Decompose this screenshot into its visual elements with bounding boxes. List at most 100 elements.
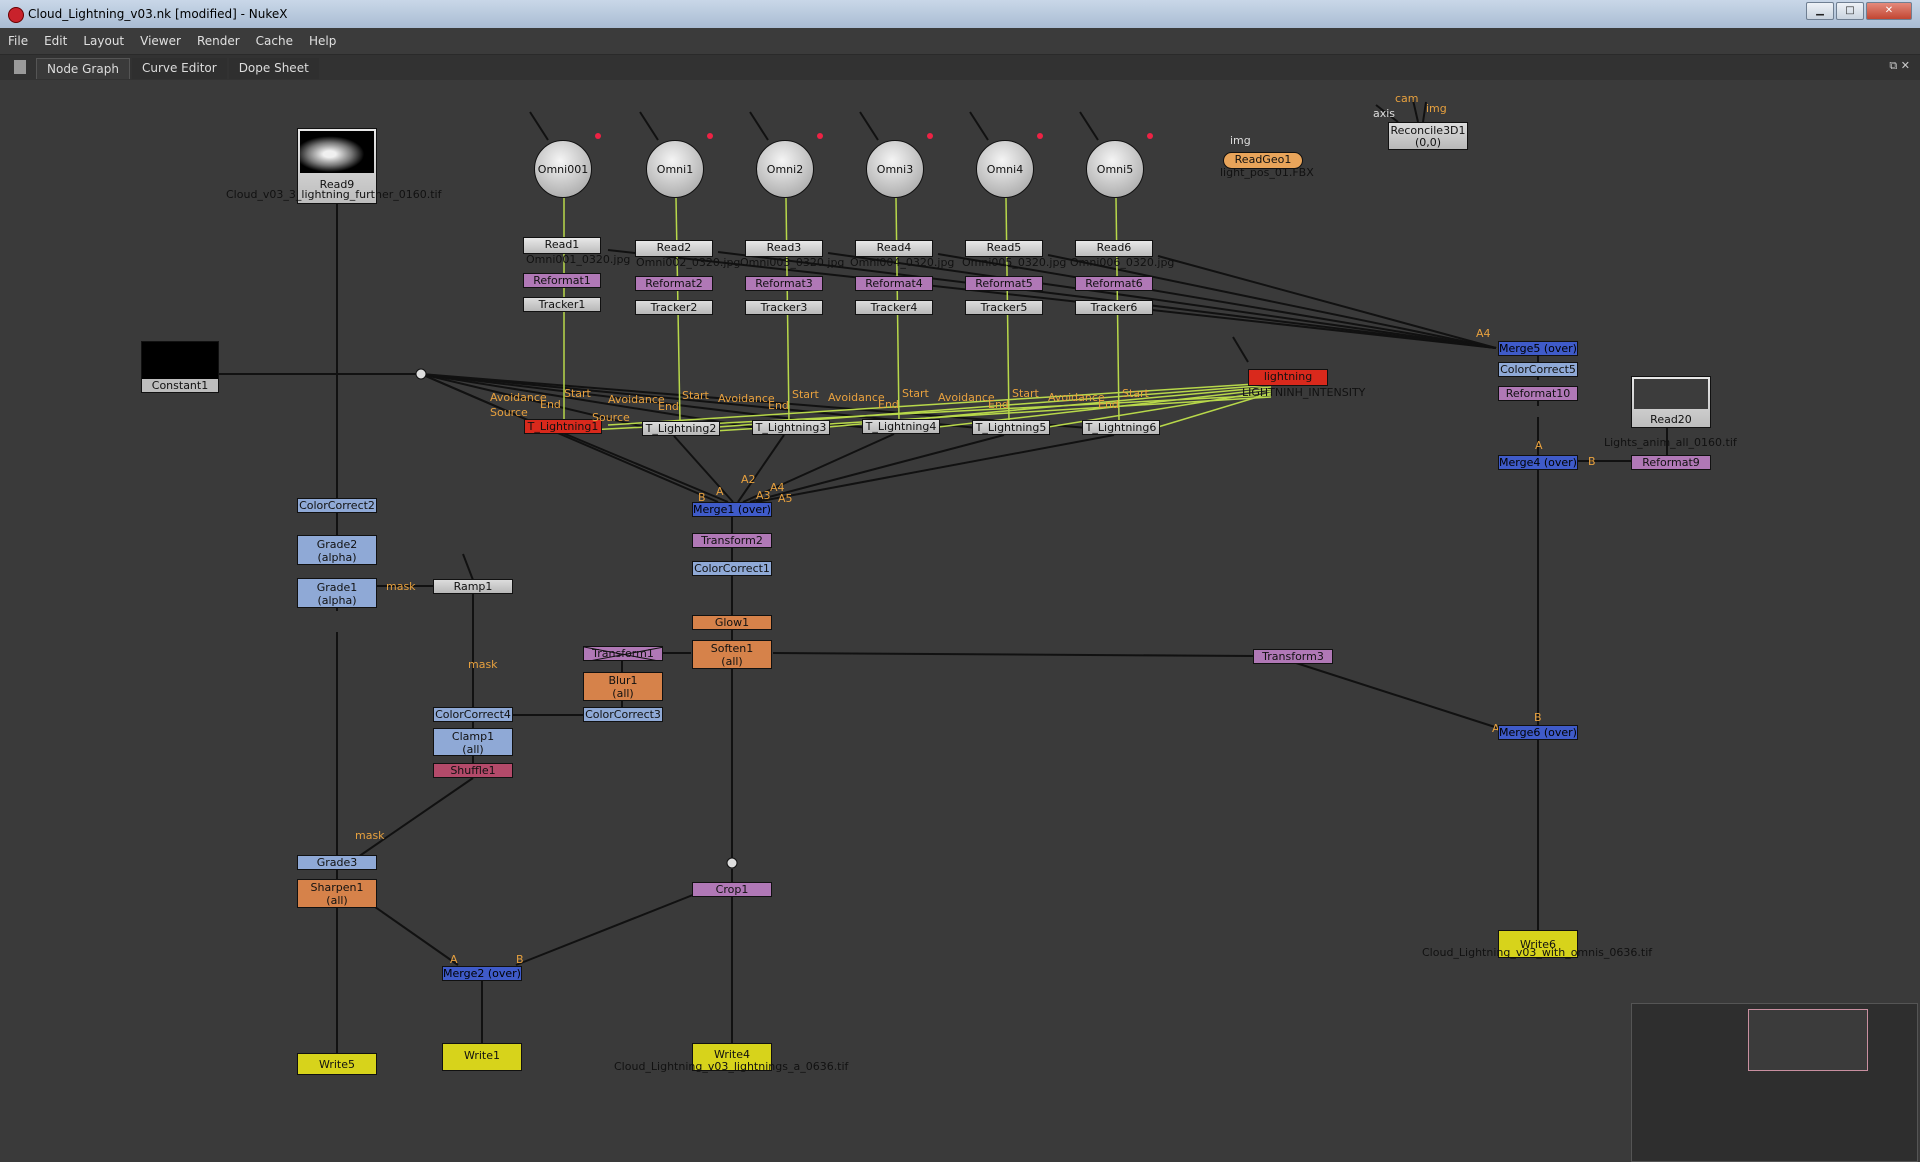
merge5-node[interactable]: Merge5 (over) [1498, 341, 1578, 356]
read2-node[interactable]: Read2 [635, 240, 713, 257]
tracker1-node[interactable]: Tracker1 [523, 297, 601, 312]
lightning-node[interactable]: lightning [1248, 369, 1328, 386]
merge5-label: Merge5 (over) [1499, 342, 1577, 355]
pin-start-6: Start [1122, 387, 1149, 400]
transform2-node[interactable]: Transform2 [692, 533, 772, 548]
write1-node[interactable]: Write1 [442, 1043, 522, 1071]
reformat2-node[interactable]: Reformat2 [635, 276, 713, 291]
maximize-button[interactable]: □ [1836, 2, 1864, 20]
clamp1-node[interactable]: Clamp1 (all) [433, 728, 513, 756]
menu-edit[interactable]: Edit [36, 34, 75, 48]
graph-minimap[interactable] [1631, 1003, 1918, 1162]
pin-source-1: Source [490, 406, 528, 419]
soften1-node[interactable]: Soften1 (all) [692, 640, 772, 669]
read20-node[interactable]: Read20 [1631, 376, 1711, 428]
read6-node[interactable]: Read6 [1075, 240, 1153, 257]
ramp1-label: Ramp1 [453, 580, 493, 593]
tracker3-node[interactable]: Tracker3 [745, 300, 823, 315]
reformat5-node[interactable]: Reformat5 [965, 276, 1043, 291]
write5-node[interactable]: Write5 [297, 1053, 377, 1075]
t-lightning1-node[interactable]: T_Lightning1 [524, 419, 602, 434]
omni001-node[interactable]: Omni001 [534, 140, 592, 198]
reconcile3d1-node[interactable]: Reconcile3D1 (0,0) [1388, 122, 1468, 150]
t-lightning3-node[interactable]: T_Lightning3 [752, 420, 830, 435]
tracker2-node[interactable]: Tracker2 [635, 300, 713, 315]
read5-node[interactable]: Read5 [965, 240, 1043, 257]
merge1-node[interactable]: Merge1 (over) [692, 502, 772, 517]
t-lightning6-node[interactable]: T_Lightning6 [1082, 420, 1160, 435]
tab-curve-editor[interactable]: Curve Editor [131, 58, 227, 79]
reformat9-node[interactable]: Reformat9 [1631, 455, 1711, 470]
pin-end-2: End [658, 400, 679, 413]
close-button[interactable]: ✕ [1866, 2, 1912, 20]
read4-label: Read4 [876, 241, 912, 254]
constant1-node[interactable]: Constant1 [141, 341, 219, 393]
grade2-sub-label: (alpha) [317, 551, 357, 564]
tracker6-node[interactable]: Tracker6 [1075, 300, 1153, 315]
read6-file-label: Omni006_0320.jpg [1070, 256, 1175, 269]
read3-node[interactable]: Read3 [745, 240, 823, 257]
menu-cache[interactable]: Cache [248, 34, 301, 48]
grade3-node[interactable]: Grade3 [297, 855, 377, 870]
menu-help[interactable]: Help [301, 34, 344, 48]
t-lightning5-node[interactable]: T_Lightning5 [972, 420, 1050, 435]
pin-end-3: End [768, 399, 789, 412]
grade1-node[interactable]: Grade1 (alpha) [297, 578, 377, 608]
omni1-node[interactable]: Omni1 [646, 140, 704, 198]
omni3-node[interactable]: Omni3 [866, 140, 924, 198]
transform3-node[interactable]: Transform3 [1253, 649, 1333, 664]
colorcorrect5-node[interactable]: ColorCorrect5 [1498, 362, 1578, 377]
merge4-node[interactable]: Merge4 (over) [1498, 455, 1578, 470]
colorcorrect2-node[interactable]: ColorCorrect2 [297, 498, 377, 513]
t-lightning4-node[interactable]: T_Lightning4 [862, 419, 940, 434]
ramp1-node[interactable]: Ramp1 [433, 579, 513, 594]
menu-viewer[interactable]: Viewer [132, 34, 189, 48]
reformat10-node[interactable]: Reformat10 [1498, 386, 1578, 401]
minimize-button[interactable]: ▁ [1806, 2, 1834, 20]
node-graph-canvas[interactable]: Read9 Cloud_v03_3_lightning_further_0160… [8, 80, 1918, 1162]
omni5-label: Omni5 [1096, 163, 1134, 176]
grade2-node[interactable]: Grade2 (alpha) [297, 535, 377, 565]
sharpen1-node[interactable]: Sharpen1 (all) [297, 879, 377, 908]
omni4-node[interactable]: Omni4 [976, 140, 1034, 198]
read1-node[interactable]: Read1 [523, 237, 601, 254]
write6-file-label: Cloud_Lightning_v03_with_omnis_0636.tif [1422, 946, 1653, 959]
write5-label: Write5 [318, 1058, 356, 1071]
tracker5-node[interactable]: Tracker5 [965, 300, 1043, 315]
colorcorrect5-label: ColorCorrect5 [1500, 363, 1576, 376]
colorcorrect4-mask-pin: mask [468, 658, 498, 671]
transform1-node[interactable]: Transform1 [583, 646, 663, 661]
read3-label: Read3 [766, 241, 802, 254]
grade1-mask-pin: mask [386, 580, 416, 593]
minimap-viewport[interactable] [1748, 1009, 1868, 1071]
omni1-label: Omni1 [656, 163, 694, 176]
colorcorrect4-node[interactable]: ColorCorrect4 [433, 707, 513, 722]
blur1-node[interactable]: Blur1 (all) [583, 672, 663, 701]
panel-handle-icon[interactable] [14, 60, 26, 74]
merge1-label: Merge1 (over) [693, 503, 771, 516]
omni2-node[interactable]: Omni2 [756, 140, 814, 198]
merge2-node[interactable]: Merge2 (over) [442, 966, 522, 981]
tab-dope-sheet[interactable]: Dope Sheet [228, 58, 319, 79]
colorcorrect1-node[interactable]: ColorCorrect1 [692, 561, 772, 576]
menu-file[interactable]: File [0, 34, 36, 48]
reformat6-node[interactable]: Reformat6 [1075, 276, 1153, 291]
colorcorrect3-node[interactable]: ColorCorrect3 [583, 707, 663, 722]
menu-render[interactable]: Render [189, 34, 248, 48]
shuffle1-node[interactable]: Shuffle1 [433, 763, 513, 778]
tracker4-node[interactable]: Tracker4 [855, 300, 933, 315]
reformat4-node[interactable]: Reformat4 [855, 276, 933, 291]
reformat1-node[interactable]: Reformat1 [523, 273, 601, 288]
merge6-node[interactable]: Merge6 (over) [1498, 725, 1578, 740]
reformat3-node[interactable]: Reformat3 [745, 276, 823, 291]
glow1-node[interactable]: Glow1 [692, 615, 772, 630]
crop1-node[interactable]: Crop1 [692, 882, 772, 897]
omni5-node[interactable]: Omni5 [1086, 140, 1144, 198]
pane-float-close-icon[interactable]: ⧉ ✕ [1889, 59, 1910, 73]
read4-node[interactable]: Read4 [855, 240, 933, 257]
t-lightning2-node[interactable]: T_Lightning2 [642, 421, 720, 436]
tab-node-graph[interactable]: Node Graph [36, 58, 130, 79]
panel-tab-bar: Node Graph Curve Editor Dope Sheet ⧉ ✕ [0, 55, 1920, 80]
window-title: Cloud_Lightning_v03.nk [modified] - Nuke… [28, 7, 288, 21]
menu-layout[interactable]: Layout [75, 34, 132, 48]
